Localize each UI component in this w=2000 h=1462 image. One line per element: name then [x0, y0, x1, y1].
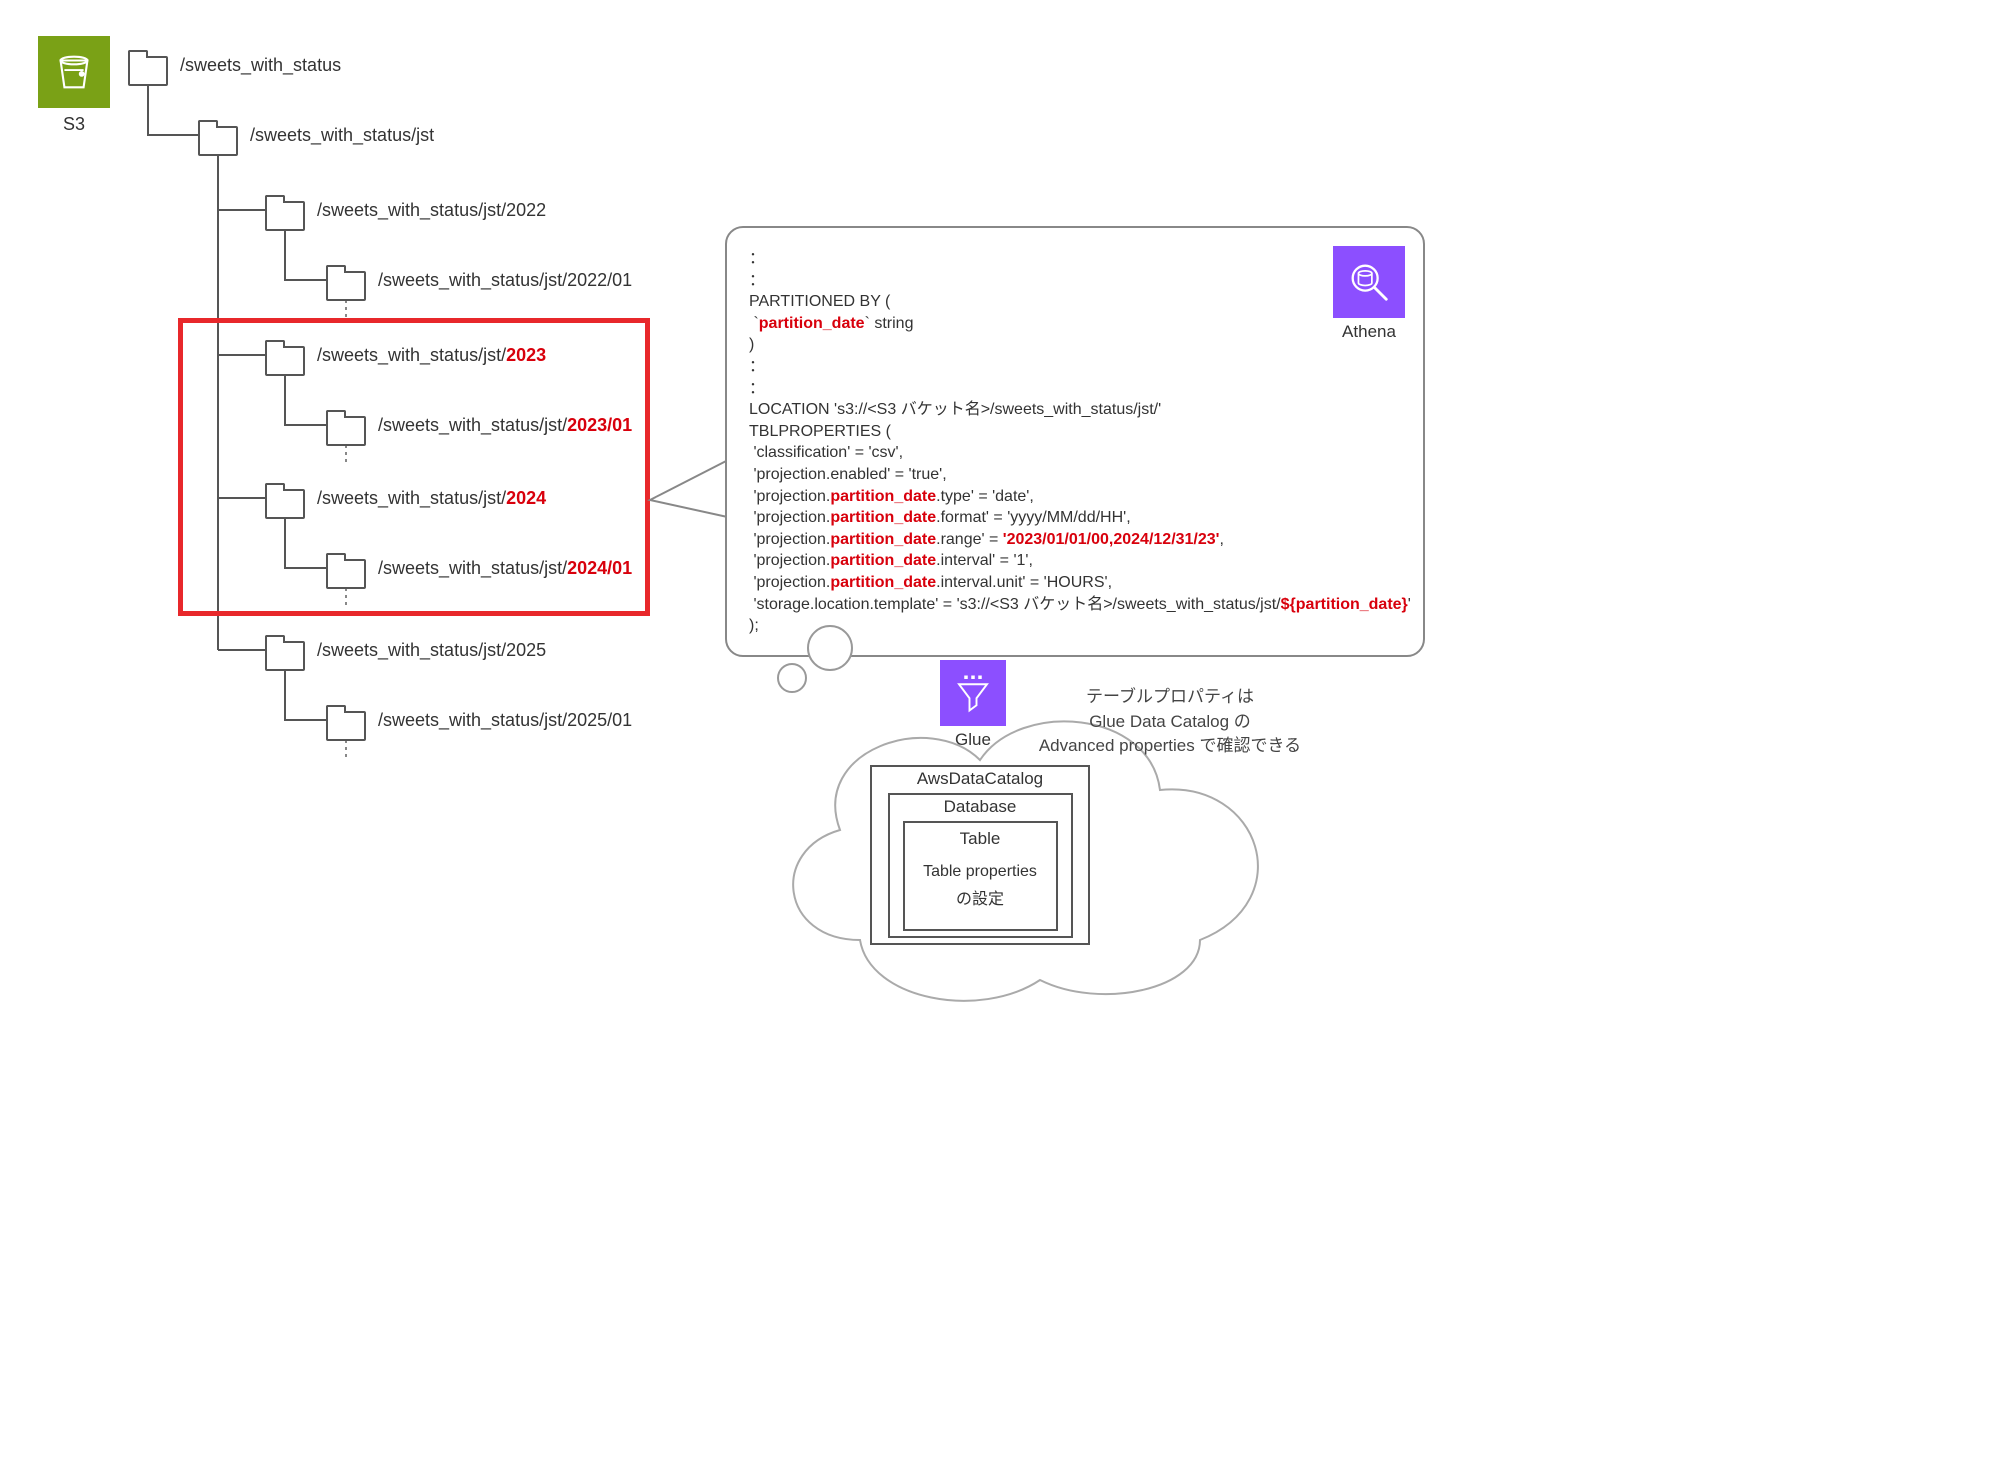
folder-label-2023: /sweets_with_status/jst/2023	[317, 345, 546, 366]
glue-note: テーブルプロパティは Glue Data Catalog の Advanced …	[1030, 685, 1310, 759]
folder-2023-01: /sweets_with_status/jst/2023/01	[326, 410, 632, 440]
folder-icon	[128, 56, 168, 86]
folder-icon	[265, 346, 305, 376]
s3-service-icon: S3	[38, 36, 110, 135]
folder-label-2023-01: /sweets_with_status/jst/2023/01	[378, 415, 632, 436]
folder-2024-01: /sweets_with_status/jst/2024/01	[326, 553, 632, 583]
magnify-db-icon	[1346, 259, 1392, 305]
folder-icon	[198, 126, 238, 156]
folder-label-2022: /sweets_with_status/jst/2022	[317, 200, 546, 221]
sql-code-block: ： ： PARTITIONED BY ( `partition_date` st…	[749, 248, 1401, 637]
folder-icon	[326, 711, 366, 741]
folder-2025: /sweets_with_status/jst/2025	[265, 635, 546, 665]
table-label: Table	[909, 827, 1052, 851]
folder-2025-01: /sweets_with_status/jst/2025/01	[326, 705, 632, 735]
folder-2022-01: /sweets_with_status/jst/2022/01	[326, 265, 632, 295]
folder-label-2025: /sweets_with_status/jst/2025	[317, 640, 546, 661]
folder-label-jst: /sweets_with_status/jst	[250, 125, 434, 146]
callout-tail	[620, 440, 740, 560]
athena-sql-card: ： ： PARTITIONED BY ( `partition_date` st…	[725, 226, 1425, 657]
table-props-label-1: Table properties	[909, 861, 1052, 883]
table-props-label-2: の設定	[909, 883, 1052, 911]
folder-icon	[265, 489, 305, 519]
folder-2024: /sweets_with_status/jst/2024	[265, 483, 546, 513]
folder-icon	[326, 559, 366, 589]
folder-label-root: /sweets_with_status	[180, 55, 341, 76]
athena-service-icon: Athena	[1333, 246, 1405, 342]
diagram-canvas: S3 /sweets_with_status /sweets_with_stat…	[20, 20, 1980, 1442]
folder-label-2024: /sweets_with_status/jst/2024	[317, 488, 546, 509]
s3-label: S3	[38, 114, 110, 135]
database-label: Database	[890, 795, 1071, 819]
database-box: Database Table Table properties の設定	[888, 793, 1073, 938]
folder-label-2022-01: /sweets_with_status/jst/2022/01	[378, 270, 632, 291]
athena-icon	[1333, 246, 1405, 318]
bucket-icon	[51, 49, 97, 95]
glue-icon	[940, 660, 1006, 726]
folder-2022: /sweets_with_status/jst/2022	[265, 195, 546, 225]
funnel-icon	[952, 672, 994, 714]
table-box: Table Table properties の設定	[903, 821, 1058, 931]
folder-jst: /sweets_with_status/jst	[198, 120, 434, 150]
glue-service-icon: Glue	[940, 660, 1006, 750]
glue-label: Glue	[940, 730, 1006, 750]
folder-icon	[326, 416, 366, 446]
s3-icon	[38, 36, 110, 108]
folder-icon	[265, 641, 305, 671]
catalog-label: AwsDataCatalog	[872, 767, 1088, 791]
folder-label-2024-01: /sweets_with_status/jst/2024/01	[378, 558, 632, 579]
folder-icon	[326, 271, 366, 301]
catalog-box: AwsDataCatalog Database Table Table prop…	[870, 765, 1090, 945]
athena-label: Athena	[1333, 322, 1405, 342]
folder-label-2025-01: /sweets_with_status/jst/2025/01	[378, 710, 632, 731]
folder-root: /sweets_with_status	[128, 50, 341, 80]
folder-2023: /sweets_with_status/jst/2023	[265, 340, 546, 370]
folder-icon	[265, 201, 305, 231]
